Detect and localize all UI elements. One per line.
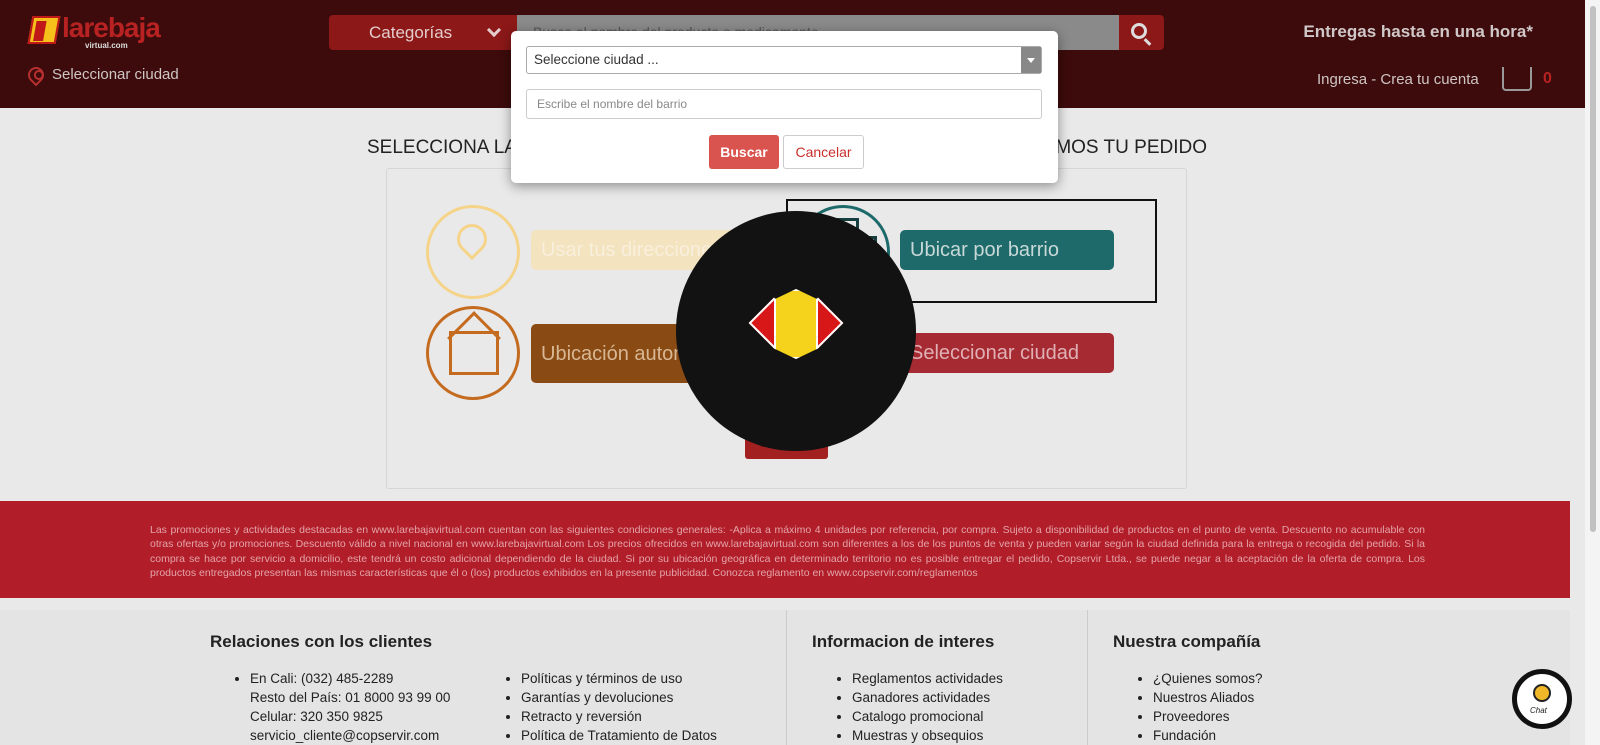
chat-avatar-icon [1533, 684, 1551, 702]
list-item[interactable]: Retracto y reversión [521, 707, 717, 726]
city-select[interactable]: Seleccione ciudad ... [526, 46, 1042, 74]
footer-heading-customers: Relaciones con los clientes [210, 632, 433, 651]
promo-disclaimer: Las promociones y actividades destacadas… [0, 501, 1570, 598]
list-item[interactable]: Ganadores actividades [852, 688, 1003, 707]
footer-info-list: Reglamentos actividades Ganadores activi… [834, 669, 1003, 745]
search-icon [1131, 23, 1147, 39]
neighborhood-input[interactable]: Escribe el nombre del barrio [526, 89, 1042, 119]
list-item[interactable]: Muestras y obsequios [852, 726, 1003, 745]
chevron-down-icon [486, 22, 502, 38]
logo-text: larebaja [62, 12, 161, 43]
logo-subtext: virtual.com [85, 41, 128, 50]
categories-label: Categorías [369, 22, 453, 42]
footer-heading-info: Informacion de interes [812, 632, 995, 651]
list-item[interactable]: Proveedores [1153, 707, 1263, 726]
cart-count: 0 [1543, 70, 1552, 87]
disclaimer-text: Las promociones y actividades destacadas… [150, 524, 1425, 579]
footer-heading-company: Nuestra compañía [1113, 632, 1261, 651]
list-item[interactable]: Catalogo promocional [852, 707, 1003, 726]
select-city-link[interactable]: Seleccionar ciudad [24, 63, 179, 86]
list-item: Resto del País: 01 8000 93 99 00 [250, 690, 451, 705]
list-item[interactable]: Nuestros Aliados [1153, 688, 1263, 707]
dropdown-arrow-icon [1021, 47, 1041, 73]
delivery-banner: Entregas hasta en una hora* [1303, 22, 1533, 41]
list-item[interactable]: Políticas y términos de uso [521, 669, 717, 688]
select-city-button[interactable]: Seleccionar ciudad [900, 333, 1114, 373]
categories-button[interactable]: Categorías [329, 15, 517, 50]
footer-contact-list: En Cali: (032) 485-2289 Resto del País: … [232, 669, 450, 745]
chat-label: Chat [1530, 706, 1547, 715]
scrollbar-thumb[interactable] [1590, 6, 1596, 532]
neighborhood-search-modal: Seleccione ciudad ... Escribe el nombre … [511, 31, 1058, 183]
list-item[interactable]: ¿Quienes somos? [1153, 669, 1263, 688]
search-button[interactable]: Buscar [709, 135, 779, 169]
login-link[interactable]: Ingresa - Crea tu cuenta [1317, 71, 1479, 88]
logo-mark-icon [27, 16, 61, 44]
list-item: Celular: 320 350 9825 [250, 709, 383, 724]
list-item: En Cali: (032) 485-2289 [250, 669, 450, 688]
list-item[interactable]: Política de Tratamiento de Datos [521, 726, 717, 745]
list-item[interactable]: Reglamentos actividades [852, 669, 1003, 688]
cancel-button[interactable]: Cancelar [783, 135, 864, 169]
list-item[interactable]: Garantías y devoluciones [521, 688, 717, 707]
site-logo[interactable]: larebaja virtual.com [27, 12, 170, 50]
house-icon [426, 306, 520, 400]
site-footer: Relaciones con los clientes En Cali: (03… [0, 610, 1570, 745]
list-item[interactable]: servicio_cliente@copservir.com [250, 726, 450, 745]
map-pin-icon [426, 205, 520, 299]
location-pin-icon [24, 63, 48, 86]
select-city-label: Seleccionar ciudad [52, 66, 179, 83]
cart-icon[interactable] [1502, 67, 1532, 91]
list-item[interactable]: Fundación [1153, 726, 1263, 745]
chat-button[interactable]: Chat [1512, 669, 1572, 729]
city-select-value: Seleccione ciudad ... [534, 52, 659, 67]
search-button[interactable] [1119, 15, 1164, 50]
footer-company-list: ¿Quienes somos? Nuestros Aliados Proveed… [1135, 669, 1263, 745]
footer-policies-list: Políticas y términos de uso Garantías y … [503, 669, 717, 745]
loading-spinner [676, 211, 916, 451]
